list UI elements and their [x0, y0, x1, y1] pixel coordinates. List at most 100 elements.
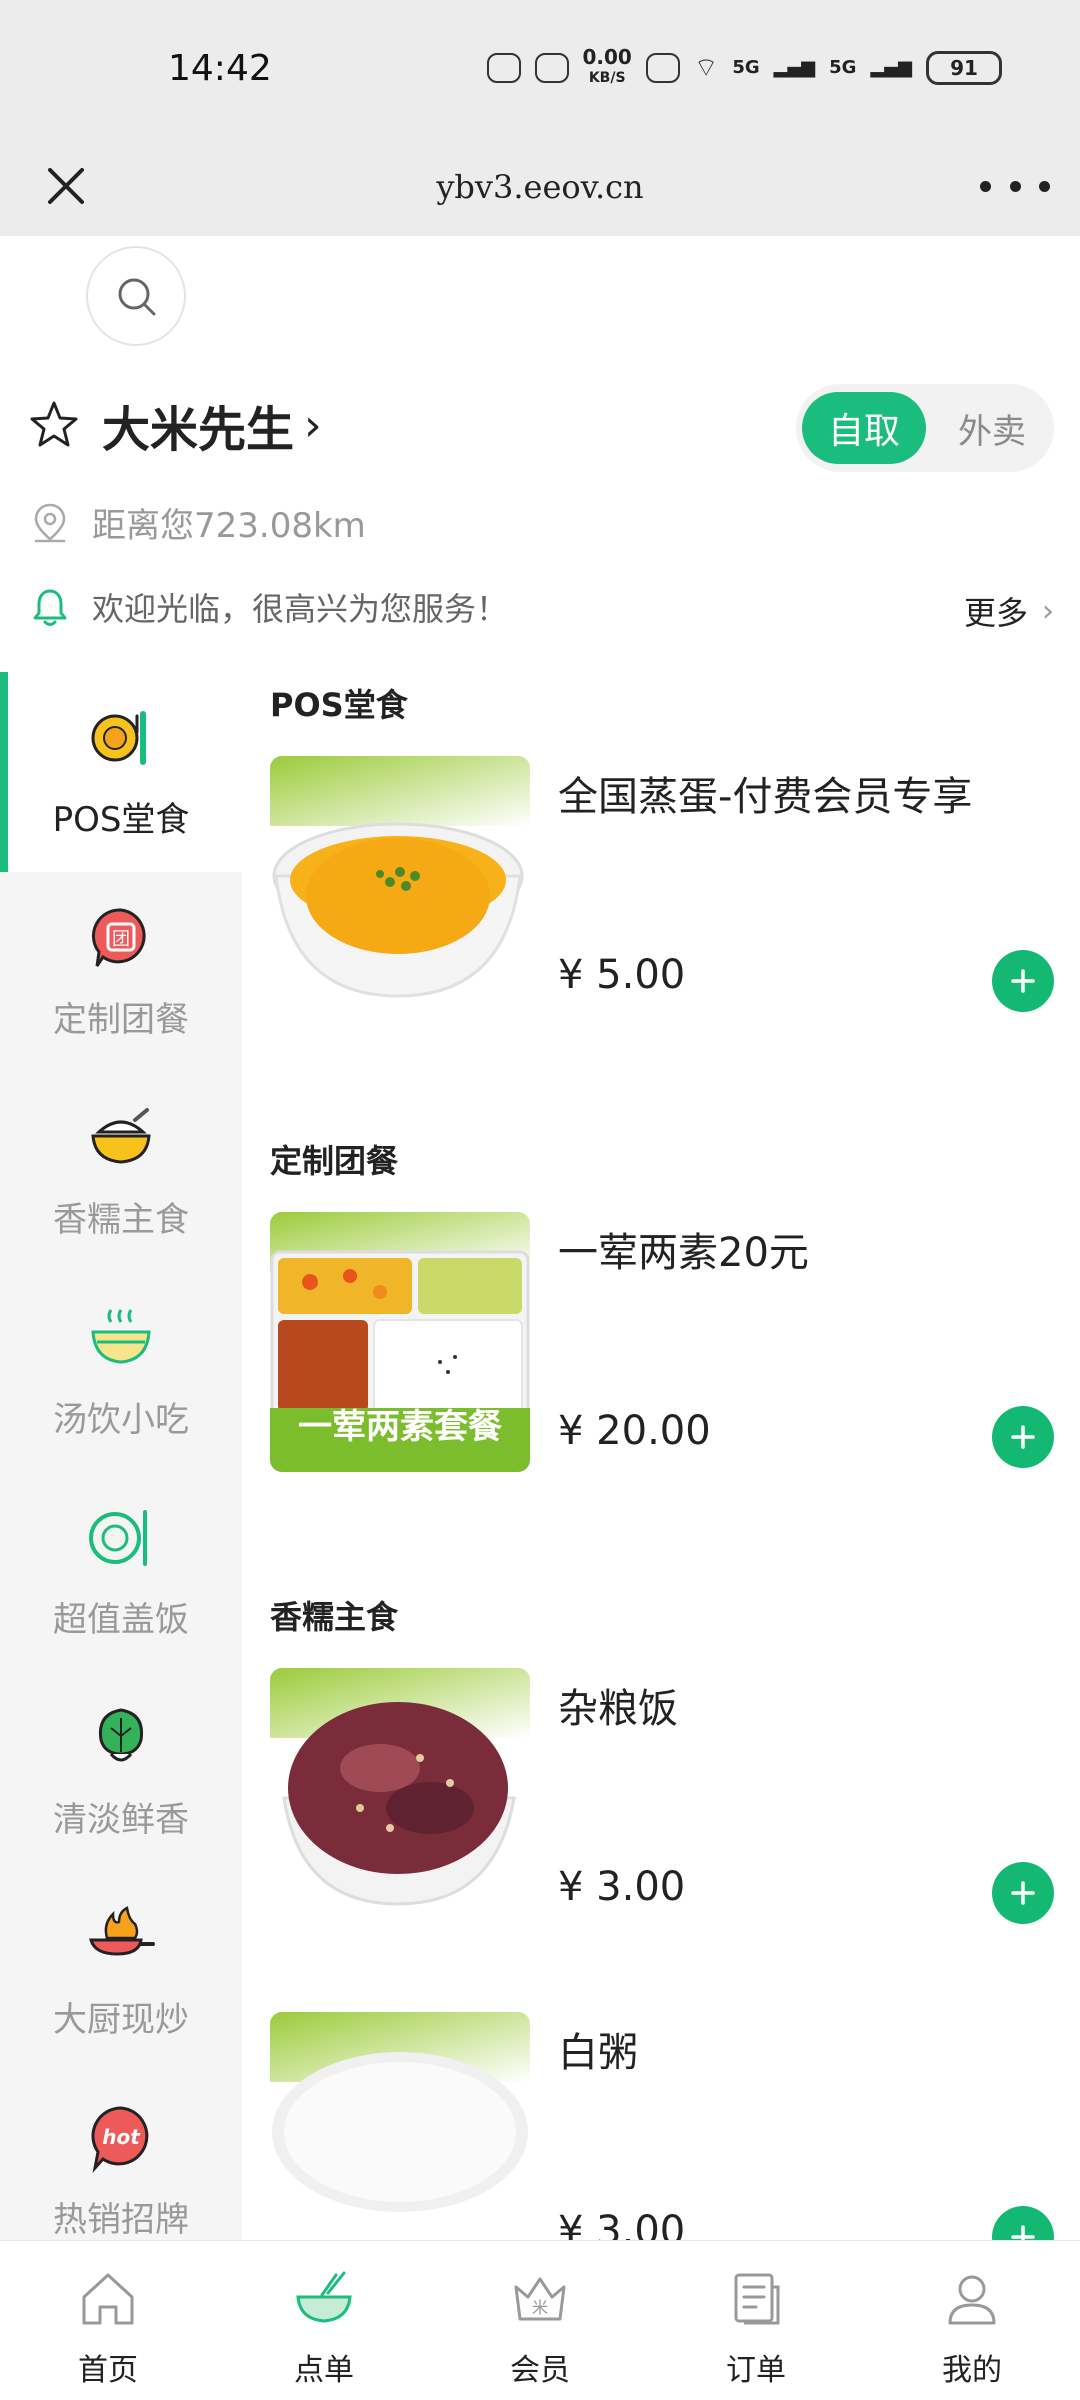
status-time: 14:42 [168, 48, 272, 89]
pickup-delivery-toggle[interactable]: 自取 外卖 [796, 384, 1054, 472]
sidebar-item-label: POS堂食 [52, 800, 190, 840]
sidebar-item-light[interactable]: 清淡鲜香 [0, 1672, 242, 1872]
notice-more-link[interactable]: 更多 › [964, 588, 1054, 634]
add-to-cart-button[interactable] [992, 950, 1054, 1012]
product-name: 白粥 [558, 2030, 638, 2076]
notice-text: 欢迎光临，很高兴为您服务！ [92, 590, 509, 628]
product-name: 杂粮饭 [558, 1686, 678, 1732]
signal-bars-icon-2: ▂▄▆ [870, 57, 912, 78]
net-speed-value: 0.00 [582, 45, 632, 69]
mixed-grain-rice-image[interactable] [270, 1668, 530, 1928]
browser-nav-bar: ybv3.eeov.cn [0, 140, 1080, 236]
product-card[interactable]: 杂粮饭 ¥ 3.00 [270, 1668, 1054, 1928]
star-icon[interactable] [28, 399, 80, 451]
status-icons: 0.00 KB/S ⌔ 5G ▂▄▆ 5G ▂▄▆ 91 [486, 45, 1002, 87]
sidebar-item-rice-bowl[interactable]: 超值盖饭 [0, 1472, 242, 1672]
section-title: POS堂食 [270, 686, 408, 724]
product-price: ¥ 20.00 [558, 1408, 711, 1454]
plus-icon [1011, 1425, 1035, 1449]
notice-more-label[interactable]: 更多 [964, 588, 1028, 634]
search-icon [118, 278, 156, 316]
bento-illustration: 一荤两素套餐 [270, 1212, 530, 1472]
rice-bowl-icon [91, 1108, 151, 1164]
sidebar-item-group-meal[interactable]: 团 定制团餐 [0, 872, 242, 1072]
sidebar-item-label: 超值盖饭 [53, 1600, 189, 1640]
category-sidebar: POS堂食 团 定制团餐 香糯主食 汤饮小吃 超值盖饭 清淡鲜香 大厨现炒 ho… [0, 672, 242, 2242]
mixed-grain-rice-illustration [270, 1668, 530, 1928]
soup-icon [91, 1309, 151, 1364]
distance-row: 距离您723.08km [30, 498, 366, 547]
tab-orders[interactable]: 订单 [648, 2241, 864, 2400]
bento-image[interactable]: 一荤两素套餐 [270, 1212, 530, 1472]
order-bowl-icon [296, 2271, 352, 2323]
notice-row: 欢迎光临，很高兴为您服务！ 更多 › [30, 584, 1054, 632]
white-porridge-image[interactable] [270, 2012, 530, 2272]
sidebar-item-chef[interactable]: 大厨现炒 [0, 1872, 242, 2072]
store-header[interactable]: 大米先生 › [28, 390, 322, 460]
tab-label: 点单 [294, 2353, 354, 2388]
steamed-egg-illustration [270, 756, 530, 1016]
tab-order[interactable]: 点单 [216, 2241, 432, 2400]
bento-caption: 一荤两素套餐 [298, 1407, 502, 1447]
sidebar-item-staple[interactable]: 香糯主食 [0, 1072, 242, 1272]
net-speed-unit: KB/S [588, 70, 626, 86]
receipt-icon [734, 2273, 780, 2325]
tab-member[interactable]: 米 会员 [432, 2241, 648, 2400]
bottom-tab-bar: 首页 点单 米 会员 订单 我的 [0, 2240, 1080, 2400]
product-price: ¥ 3.00 [558, 1864, 686, 1910]
tab-home[interactable]: 首页 [0, 2241, 216, 2400]
more-dot-icon [1039, 180, 1050, 192]
tab-profile[interactable]: 我的 [864, 2241, 1080, 2400]
hot-icon: hot [91, 2106, 149, 2174]
more-dot-icon [1009, 180, 1021, 192]
tab-label: 订单 [726, 2353, 786, 2388]
home-icon [82, 2273, 134, 2325]
store-chevron-icon[interactable]: › [304, 400, 322, 451]
net-speed: 0.00 KB/S [582, 45, 632, 87]
pickup-tab[interactable]: 自取 [802, 392, 926, 464]
user-icon [948, 2275, 996, 2325]
tab-label: 首页 [78, 2353, 138, 2388]
sidebar-item-hot[interactable]: hot 热销招牌 [0, 2072, 242, 2242]
store-name[interactable]: 大米先生 [102, 390, 294, 460]
steamed-egg-image[interactable] [270, 756, 530, 1016]
more-button[interactable] [980, 166, 1050, 206]
signal-5g-2: 5G [829, 57, 857, 78]
member-glyph: 米 [532, 2298, 548, 2317]
status-bar: 14:42 0.00 KB/S ⌔ 5G ▂▄▆ 5G ▂▄▆ 91 [0, 0, 1080, 140]
section-title: 香糯主食 [270, 1598, 399, 1636]
hd-icon [645, 52, 680, 83]
search-button[interactable] [86, 246, 186, 346]
white-porridge-illustration [270, 2012, 530, 2272]
distance-text: 距离您723.08km [92, 506, 366, 546]
product-name: 全国蒸蛋-付费会员专享 [558, 774, 973, 820]
product-card[interactable]: 一荤两素套餐 一荤两素20元 ¥ 20.00 [270, 1212, 1054, 1472]
add-to-cart-button[interactable] [992, 1862, 1054, 1924]
cabbage-icon [98, 1708, 144, 1762]
add-to-cart-button[interactable] [992, 1406, 1054, 1468]
product-card[interactable]: 全国蒸蛋-付费会员专享 ¥ 5.00 [270, 756, 1054, 1016]
location-pin-icon [34, 503, 66, 542]
signal-bars-icon: ▂▄▆ [773, 57, 816, 78]
tab-label: 会员 [510, 2353, 570, 2388]
sidebar-item-label: 香糯主食 [53, 1200, 189, 1240]
product-price: ¥ 5.00 [558, 952, 686, 998]
page-url: ybv3.eeov.cn [436, 168, 644, 206]
sidebar-item-pos[interactable]: POS堂食 [0, 672, 242, 872]
sidebar-item-label: 清淡鲜香 [53, 1800, 189, 1840]
plus-icon [1011, 1881, 1035, 1905]
chevron-right-icon: › [1042, 593, 1054, 629]
plate-icon [91, 711, 146, 765]
signal-5g-1: 5G [732, 57, 760, 78]
sidebar-item-label: 热销招牌 [53, 2200, 189, 2240]
section-title: 定制团餐 [270, 1142, 399, 1180]
wok-fire-icon [89, 1906, 155, 1956]
crown-icon: 米 [514, 2277, 566, 2321]
bell-icon [33, 589, 67, 626]
plus-icon [1011, 969, 1035, 993]
delivery-tab[interactable]: 外卖 [938, 392, 1046, 464]
product-card[interactable]: 白粥 ¥ 3.00 [270, 2012, 1054, 2272]
sidebar-item-soup[interactable]: 汤饮小吃 [0, 1272, 242, 1472]
settings-notification-icon [534, 52, 569, 83]
group-meal-icon: 团 [91, 908, 146, 967]
